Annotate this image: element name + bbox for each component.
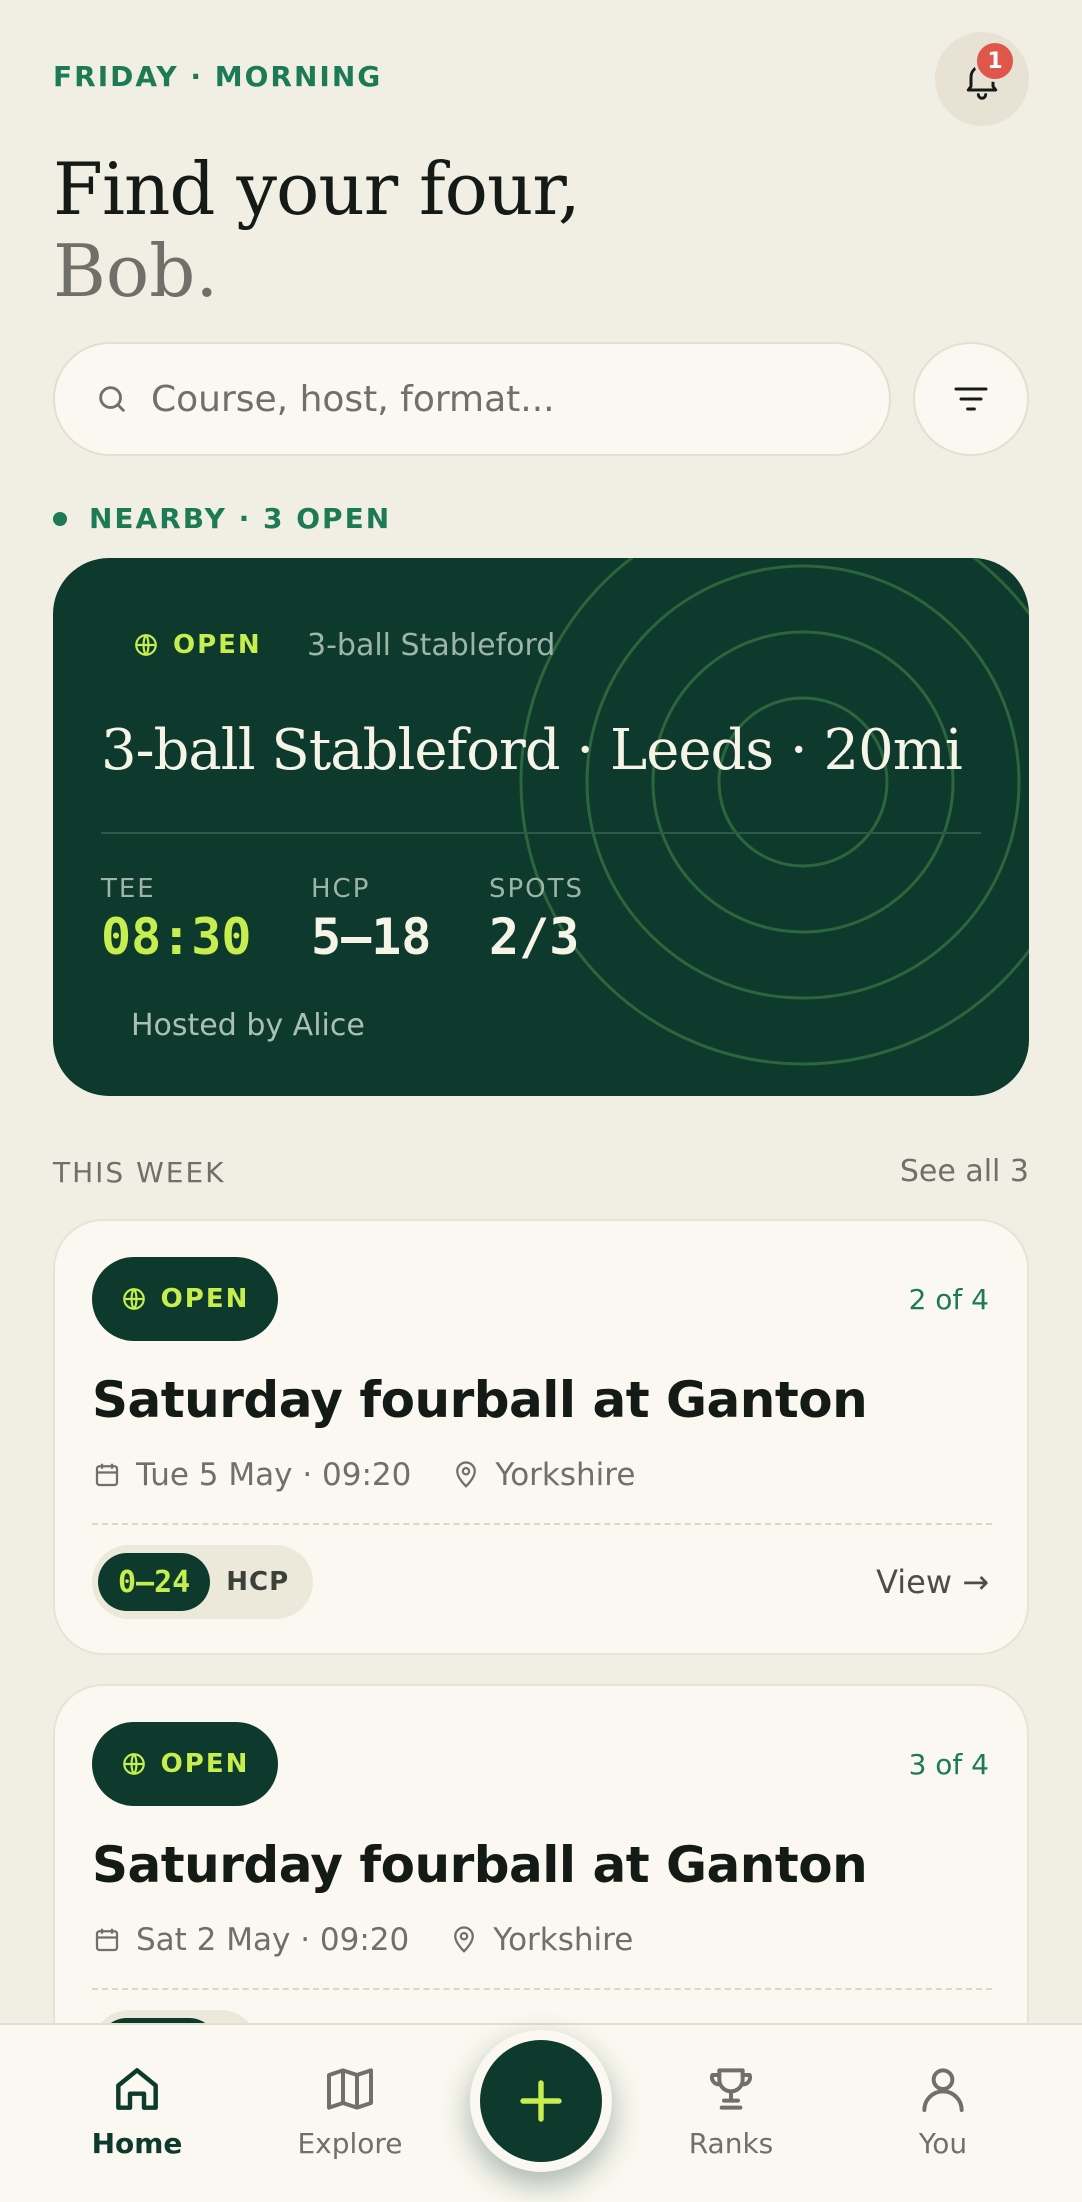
nav-label-explore: Explore (297, 2127, 403, 2160)
view-round-link[interactable]: View → (876, 1563, 989, 1601)
featured-format: 3-ball Stableford (307, 628, 556, 663)
round-location: Yorkshire (495, 1457, 636, 1493)
round-title: Saturday fourball at Ganton (92, 1836, 868, 1894)
create-round-button[interactable] (470, 2030, 612, 2172)
calendar-icon (95, 1928, 119, 1952)
status-badge: OPEN (92, 1722, 278, 1806)
round-card[interactable]: OPEN 2 of 4 Saturday fourball at Ganton … (53, 1219, 1029, 1655)
nav-label-home: Home (91, 2127, 183, 2160)
round-meta: Tue 5 May · 09:20 Yorkshire (92, 1457, 635, 1493)
location-pin-icon (454, 1926, 475, 1953)
user-icon (922, 2068, 964, 2112)
round-title: Saturday fourball at Ganton (92, 1371, 868, 1429)
nearby-label: NEARBY · 3 OPEN (53, 502, 391, 535)
status-text: OPEN (160, 1284, 250, 1314)
hcp-range-label: HCP (226, 1567, 290, 1597)
hcp-range: 0–24 (98, 1553, 211, 1611)
globe-icon (122, 1753, 145, 1775)
globe-icon (122, 1288, 145, 1310)
tee-value: 08:30 (101, 908, 252, 966)
section-title: THIS WEEK (53, 1156, 226, 1189)
round-location: Yorkshire (493, 1922, 634, 1958)
round-date: Sat 2 May · 09:20 (136, 1922, 410, 1958)
greeting-title: Find your four, (53, 147, 581, 231)
nearby-text: NEARBY · 3 OPEN (89, 502, 392, 535)
card-divider (92, 1988, 992, 1990)
featured-title: 3-ball Stableford · Leeds · 20mi (101, 718, 963, 783)
home-icon (116, 2068, 158, 2110)
location-pin-icon (456, 1461, 477, 1488)
hcp-range-chip: 0–24 HCP (92, 1545, 314, 1619)
spots-value: 2/3 (489, 908, 580, 966)
search-icon (99, 386, 125, 412)
filter-button[interactable] (913, 342, 1029, 456)
spots-stat: SPOTS 2/3 (489, 874, 584, 966)
hcp-label: HCP (311, 874, 371, 904)
nav-label-ranks: Ranks (688, 2127, 774, 2160)
map-icon (327, 2068, 373, 2110)
tee-stat: TEE 08:30 (101, 874, 252, 966)
calendar-icon (95, 1463, 119, 1487)
live-dot-icon (53, 511, 67, 526)
plus-icon (520, 2080, 562, 2122)
nav-label-you: You (918, 2127, 968, 2160)
featured-status: OPEN (133, 630, 262, 660)
players-count: 3 of 4 (908, 1748, 989, 1781)
notification-badge: 1 (974, 40, 1016, 82)
players-count: 2 of 4 (908, 1283, 989, 1316)
trophy-icon (709, 2068, 753, 2110)
see-all-link[interactable]: See all 3 (870, 1154, 1029, 1189)
nav-item-you[interactable]: You (853, 2061, 1033, 2160)
featured-host: Hosted by Alice (131, 1008, 365, 1043)
status-text: OPEN (160, 1749, 250, 1779)
status-badge: OPEN (92, 1257, 278, 1341)
nav-item-home[interactable]: Home (47, 2061, 227, 2160)
featured-status-text: OPEN (173, 630, 262, 660)
round-meta: Sat 2 May · 09:20 Yorkshire (92, 1922, 633, 1958)
featured-divider (101, 832, 981, 834)
featured-round-card[interactable]: OPEN 3-ball Stableford 3-ball Stableford… (53, 558, 1029, 1096)
search-input[interactable] (151, 378, 851, 420)
hcp-stat: HCP 5–18 (311, 874, 431, 966)
nav-item-ranks[interactable]: Ranks (641, 2061, 821, 2160)
round-date: Tue 5 May · 09:20 (136, 1457, 412, 1493)
search-bar[interactable] (53, 342, 891, 456)
nav-item-explore[interactable]: Explore (260, 2061, 440, 2160)
card-divider (92, 1523, 992, 1525)
globe-icon (135, 634, 157, 656)
day-label: FRIDAY · MORNING (53, 60, 383, 93)
spots-label: SPOTS (489, 874, 585, 904)
hcp-value: 5–18 (311, 908, 432, 966)
filter-icon (954, 387, 988, 411)
tee-label: TEE (101, 874, 156, 904)
greeting-name: Bob. (53, 229, 219, 313)
